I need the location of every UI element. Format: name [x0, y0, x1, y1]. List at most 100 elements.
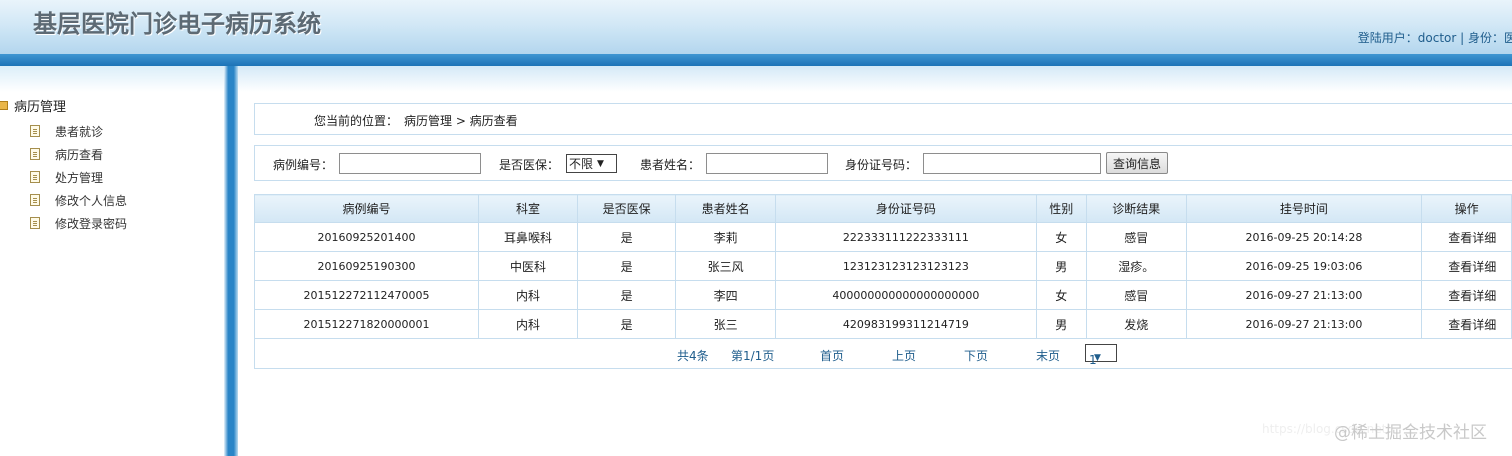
id-number-label: 身份证号码：: [845, 158, 918, 172]
pager-next-link[interactable]: 下页: [964, 347, 988, 364]
sidebar-item-label: 修改登录密码: [55, 216, 128, 231]
cell-id-number: 123123123123123123: [774, 251, 1037, 281]
pager-total: 共4条: [677, 349, 709, 363]
chevron-down-icon: ▼: [597, 158, 604, 169]
watermark-brand: @稀土掘金技术社区: [1334, 423, 1487, 443]
cell-diagnosis: 发烧: [1085, 309, 1187, 339]
cell-patient-name: 张三风: [675, 251, 776, 281]
cell-record-no: 201512272112470005: [253, 280, 480, 310]
cell-gender: 女: [1035, 280, 1087, 310]
cell-gender: 女: [1035, 222, 1087, 252]
column-header: 身份证号码: [774, 194, 1037, 223]
cell-diagnosis: 湿疹。: [1085, 251, 1187, 281]
document-icon: [30, 148, 40, 160]
sidebar-item-view-records[interactable]: 病历查看: [30, 145, 103, 163]
header-bar: [0, 54, 1512, 66]
sidebar-item-label: 患者就诊: [55, 124, 104, 139]
pager-prev-link[interactable]: 上页: [892, 347, 916, 364]
breadcrumb-prefix: 您当前的位置：: [314, 114, 399, 128]
cell-patient-name: 李莉: [675, 222, 776, 252]
column-header: 诊断结果: [1085, 194, 1187, 223]
sidebar-item-patient-visit[interactable]: 患者就诊: [30, 122, 103, 140]
user-info: 登陆用户：doctor | 身份：医: [1357, 31, 1512, 45]
cell-insurance: 是: [576, 222, 677, 252]
cell-patient-name: 李四: [675, 280, 776, 310]
breadcrumb: 您当前的位置： 病历管理 > 病历查看: [254, 103, 1512, 135]
cell-insurance: 是: [576, 280, 677, 310]
breadcrumb-path: 病历管理 > 病历查看: [404, 114, 518, 128]
sidebar-item-edit-profile[interactable]: 修改个人信息: [30, 191, 127, 209]
sidebar-top-strip: [0, 66, 224, 92]
cell-record-no: 201512271820000001: [253, 309, 480, 339]
document-icon: [30, 217, 40, 229]
records-table: 病例编号 科室 是否医保 患者姓名 身份证号码 性别 诊断结果 挂号时间 操作 …: [253, 194, 1512, 339]
page-select[interactable]: 1 ▼: [1085, 344, 1117, 367]
query-button[interactable]: 查询信息: [1106, 152, 1169, 174]
sidebar-item-label: 修改个人信息: [55, 193, 128, 208]
document-icon: [30, 125, 40, 137]
column-header: 科室: [478, 194, 578, 223]
record-no-label: 病例编号：: [273, 158, 334, 172]
sidebar-item-label: 病历查看: [55, 147, 104, 162]
cell-register-time: 2016-09-27 21:13:00: [1185, 280, 1423, 310]
view-details-link[interactable]: 查看详细: [1421, 222, 1512, 252]
pager-first-link[interactable]: 首页: [820, 347, 844, 364]
sidebar-item-label: 处方管理: [55, 170, 104, 185]
app-title: 基层医院门诊电子病历系统: [33, 10, 321, 38]
cell-insurance: 是: [576, 251, 677, 281]
record-no-input[interactable]: [339, 153, 481, 174]
cell-diagnosis: 感冒: [1085, 280, 1187, 310]
cell-id-number: 222333111222333111: [774, 222, 1037, 252]
insurance-label: 是否医保：: [499, 158, 560, 172]
table-row: 201512271820000001 内科 是 张三 4209831993112…: [253, 309, 1512, 339]
cell-register-time: 2016-09-27 21:13:00: [1185, 309, 1423, 339]
pager-last-link[interactable]: 末页: [1036, 347, 1060, 364]
cell-gender: 男: [1035, 251, 1087, 281]
column-header: 操作: [1421, 194, 1512, 223]
document-icon: [30, 171, 40, 183]
document-icon: [30, 194, 40, 206]
chevron-down-icon: ▼: [1094, 353, 1101, 363]
table-row: 201512272112470005 内科 是 李四 4000000000000…: [253, 280, 1512, 310]
pagination: 共4条 第1/1页 首页 上页 下页 末页 1 ▼: [254, 339, 1512, 369]
sidebar-divider[interactable]: [224, 66, 238, 456]
insurance-select-value: 不限: [569, 157, 594, 171]
cell-department: 内科: [478, 309, 578, 339]
search-bar: 病例编号： 是否医保： 不限 ▼ 患者姓名： 身份证号码： 查询信息: [254, 145, 1512, 181]
folder-open-icon: [0, 100, 8, 110]
view-details-link[interactable]: 查看详细: [1421, 280, 1512, 310]
cell-id-number: 400000000000000000000: [774, 280, 1037, 310]
menu-group-records[interactable]: 病历管理: [0, 96, 67, 115]
sidebar-item-prescriptions[interactable]: 处方管理: [30, 168, 103, 186]
column-header: 是否医保: [576, 194, 677, 223]
table-header-row: 病例编号 科室 是否医保 患者姓名 身份证号码 性别 诊断结果 挂号时间 操作: [253, 194, 1512, 223]
menu-group-label: 病历管理: [14, 99, 67, 115]
cell-diagnosis: 感冒: [1085, 222, 1187, 252]
view-details-link[interactable]: 查看详细: [1421, 251, 1512, 281]
cell-insurance: 是: [576, 309, 677, 339]
cell-department: 耳鼻喉科: [478, 222, 578, 252]
watermark: https://blog.csdn.net/ @稀土掘金技术社区: [1262, 418, 1487, 443]
cell-patient-name: 张三: [675, 309, 776, 339]
cell-id-number: 420983199311214719: [774, 309, 1037, 339]
column-header: 病例编号: [253, 194, 480, 223]
id-number-input[interactable]: [923, 153, 1101, 174]
app-header: 基层医院门诊电子病历系统 登陆用户：doctor | 身份：医: [0, 0, 1512, 54]
table-row: 20160925190300 中医科 是 张三风 123123123123123…: [253, 251, 1512, 281]
cell-department: 中医科: [478, 251, 578, 281]
insurance-select[interactable]: 不限 ▼: [566, 154, 617, 173]
cell-register-time: 2016-09-25 20:14:28: [1185, 222, 1423, 252]
pager-page-info: 第1/1页: [731, 349, 775, 363]
cell-record-no: 20160925190300: [253, 251, 480, 281]
column-header: 患者姓名: [675, 194, 776, 223]
cell-gender: 男: [1035, 309, 1087, 339]
cell-register-time: 2016-09-25 19:03:06: [1185, 251, 1423, 281]
column-header: 性别: [1035, 194, 1087, 223]
content-top-strip: [238, 66, 1512, 92]
patient-name-input[interactable]: [706, 153, 828, 174]
view-details-link[interactable]: 查看详细: [1421, 309, 1512, 339]
cell-record-no: 20160925201400: [253, 222, 480, 252]
cell-department: 内科: [478, 280, 578, 310]
sidebar-item-change-password[interactable]: 修改登录密码: [30, 214, 127, 232]
column-header: 挂号时间: [1185, 194, 1423, 223]
